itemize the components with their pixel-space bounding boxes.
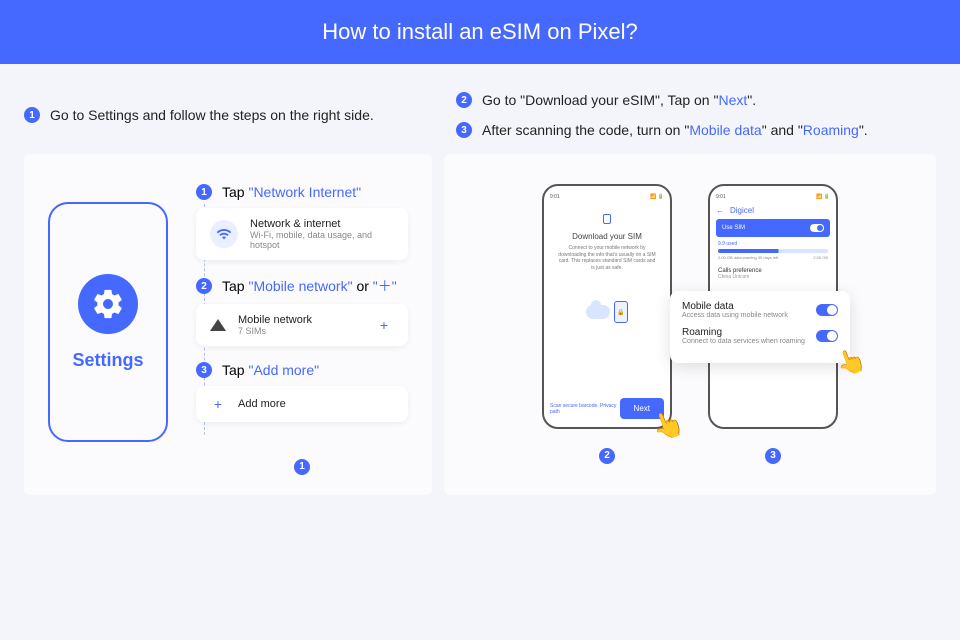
panel-2-badge: 2 bbox=[599, 448, 615, 464]
pointer-hand-icon: 👆 bbox=[832, 344, 870, 381]
step-badge-1: 1 bbox=[24, 107, 40, 123]
instruction-2-text: Go to "Download your eSIM", Tap on "Next… bbox=[482, 92, 756, 108]
cloud-icon bbox=[586, 305, 610, 319]
panel-3-badge: 3 bbox=[765, 448, 781, 464]
phone-download-sim: 9:01📶 🔋 Download your SIM Connect to you… bbox=[542, 184, 672, 429]
left-step-2-badge: 2 bbox=[196, 278, 212, 294]
status-icons: 📶 🔋 bbox=[650, 194, 664, 200]
panel-right: 9:01📶 🔋 Download your SIM Connect to you… bbox=[444, 154, 936, 495]
download-graphic bbox=[586, 301, 628, 323]
instruction-2: 2 Go to "Download your eSIM", Tap on "Ne… bbox=[456, 92, 936, 108]
instruction-3: 3 After scanning the code, turn on "Mobi… bbox=[456, 122, 936, 138]
lock-icon bbox=[603, 214, 611, 224]
mini-phone-icon bbox=[614, 301, 628, 323]
step-badge-2: 2 bbox=[456, 92, 472, 108]
panel-1-badge: 1 bbox=[294, 459, 310, 475]
add-more-card: + Add more bbox=[196, 386, 408, 422]
phone-carrier-settings: 9:01📶 🔋 ←Digicel Use SIM 9.9 used 2.00 G… bbox=[708, 184, 838, 429]
plus-icon: + bbox=[374, 317, 394, 333]
signal-icon bbox=[210, 319, 226, 331]
settings-phone-col: Settings bbox=[48, 184, 168, 475]
instruction-1: 1 Go to Settings and follow the steps on… bbox=[24, 107, 374, 123]
left-step-2: 2 Tap "Mobile network" or "＋" Mobile net… bbox=[196, 276, 408, 346]
instructions-row: 1 Go to Settings and follow the steps on… bbox=[0, 64, 960, 154]
scan-link: Scan secure barcode. Privacy path bbox=[550, 403, 620, 415]
panel-left: Settings 1 Tap "Network Internet" Networ… bbox=[24, 154, 432, 495]
plus-icon: + bbox=[210, 396, 226, 412]
use-sim-row: Use SIM bbox=[716, 219, 830, 237]
gear-icon bbox=[78, 274, 138, 334]
usage-bar bbox=[718, 249, 828, 253]
panels-row: Settings 1 Tap "Network Internet" Networ… bbox=[0, 154, 960, 519]
left-steps: 1 Tap "Network Internet" Network & inter… bbox=[196, 184, 408, 475]
roaming-toggle[interactable] bbox=[816, 330, 838, 342]
settings-phone: Settings bbox=[48, 202, 168, 442]
mobile-network-card: Mobile network 7 SIMs + bbox=[196, 304, 408, 346]
left-step-1-badge: 1 bbox=[196, 184, 212, 200]
page-header: How to install an eSIM on Pixel? bbox=[0, 0, 960, 64]
instruction-3-text: After scanning the code, turn on "Mobile… bbox=[482, 122, 868, 138]
use-sim-toggle[interactable] bbox=[810, 224, 824, 232]
page-title: How to install an eSIM on Pixel? bbox=[322, 19, 638, 45]
step-badge-3: 3 bbox=[456, 122, 472, 138]
mobile-data-popup: Mobile dataAccess data using mobile netw… bbox=[670, 291, 850, 363]
left-step-3-badge: 3 bbox=[196, 362, 212, 378]
left-step-1: 1 Tap "Network Internet" Network & inter… bbox=[196, 184, 408, 260]
left-step-3: 3 Tap "Add more" + Add more bbox=[196, 362, 408, 422]
settings-label: Settings bbox=[72, 350, 143, 371]
mobile-data-toggle[interactable] bbox=[816, 304, 838, 316]
instruction-1-text: Go to Settings and follow the steps on t… bbox=[50, 107, 374, 123]
network-internet-card: Network & internet Wi-Fi, mobile, data u… bbox=[196, 208, 408, 260]
status-icons: 📶 🔋 bbox=[816, 194, 830, 200]
back-arrow-icon: ← bbox=[716, 206, 724, 215]
wifi-icon bbox=[210, 220, 238, 248]
